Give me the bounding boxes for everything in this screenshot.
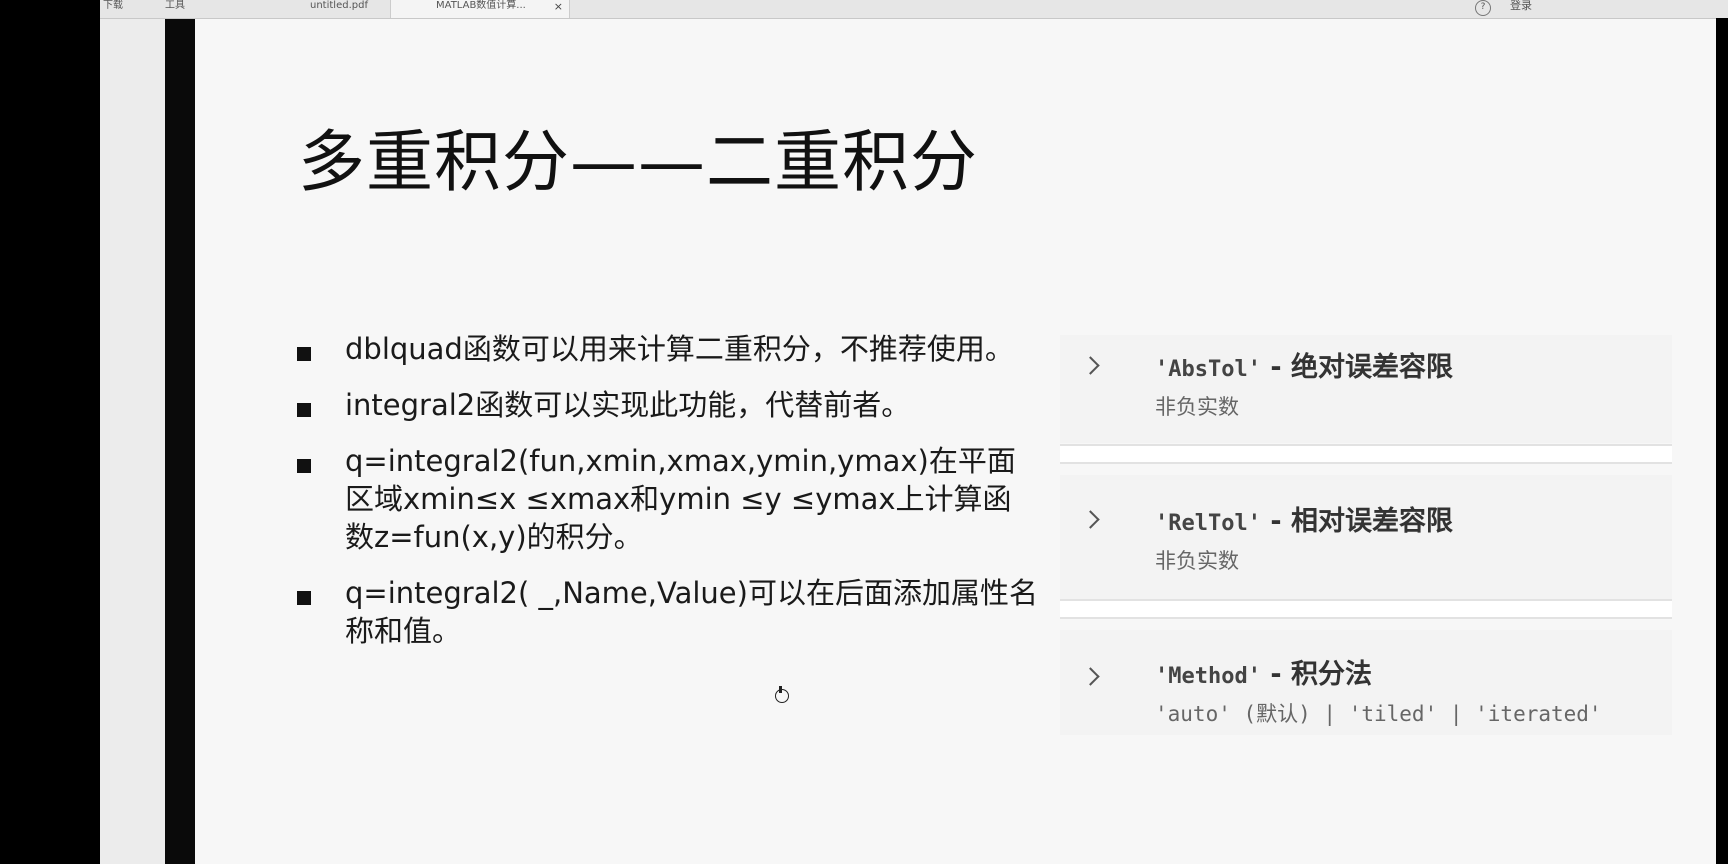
tab-matlab-pdf[interactable]: MATLAB数值计算... × <box>390 0 570 18</box>
chevron-right-icon[interactable] <box>1081 510 1100 529</box>
bullet-square-icon <box>297 347 311 361</box>
param-label: - 绝对误差容限 <box>1260 352 1453 383</box>
list-item: q=integral2( _,Name,Value)可以在后面添加属性名称和值。 <box>295 574 1040 650</box>
tab-label: 下载 <box>103 0 123 11</box>
tab-label: MATLAB数值计算... <box>436 0 526 11</box>
slide-title: 多重积分——二重积分 <box>298 123 978 201</box>
close-icon[interactable]: × <box>554 1 563 13</box>
tab-label: untitled.pdf <box>310 0 368 11</box>
scrollbar[interactable] <box>1716 18 1728 864</box>
page-gutter <box>165 19 195 864</box>
bullet-square-icon <box>297 459 311 473</box>
param-label: - 积分法 <box>1260 659 1372 690</box>
chevron-right-icon[interactable] <box>1081 667 1100 686</box>
param-desc: 非负实数 <box>1155 549 1239 573</box>
param-code: 'AbsTol' <box>1155 357 1261 382</box>
divider <box>1060 599 1672 619</box>
list-item: q=integral2(fun,xmin,xmax,ymin,ymax)在平面区… <box>295 442 1040 556</box>
tab-tools[interactable]: 工具 <box>165 0 205 18</box>
param-desc: 'auto' (默认) | 'tiled' | 'iterated' <box>1155 702 1602 726</box>
param-reltol[interactable]: 'RelTol' - 相对误差容限 非负实数 <box>1060 475 1672 600</box>
list-item: dblquad函数可以用来计算二重积分，不推荐使用。 <box>295 330 1040 368</box>
param-label: - 相对误差容限 <box>1260 506 1453 537</box>
tab-bar: 下载 工具 untitled.pdf MATLAB数值计算... × ? 登录 <box>100 0 1728 19</box>
chevron-right-icon[interactable] <box>1081 356 1100 375</box>
param-code: 'RelTol' <box>1155 511 1261 536</box>
param-desc: 非负实数 <box>1155 395 1239 419</box>
bullet-text: q=integral2(fun,xmin,xmax,ymin,ymax)在平面区… <box>345 444 1016 554</box>
param-abstol[interactable]: 'AbsTol' - 绝对误差容限 非负实数 <box>1060 335 1672 443</box>
tab-untitled-pdf[interactable]: untitled.pdf <box>260 0 400 18</box>
tab-download[interactable]: 下载 <box>103 0 143 18</box>
mouse-cursor-icon <box>775 686 789 703</box>
param-code: 'Method' <box>1155 664 1261 689</box>
login-button[interactable]: 登录 <box>1510 0 1532 12</box>
tab-label: 工具 <box>165 0 185 11</box>
bullet-text: integral2函数可以实现此功能，代替前者。 <box>345 388 911 422</box>
param-name: 'RelTol' - 相对误差容限 <box>1155 499 1453 538</box>
bullet-list: dblquad函数可以用来计算二重积分，不推荐使用。 integral2函数可以… <box>295 330 1040 668</box>
param-name: 'AbsTol' - 绝对误差容限 <box>1155 345 1453 384</box>
bullet-square-icon <box>297 591 311 605</box>
param-method[interactable]: 'Method' - 积分法 'auto' (默认) | 'tiled' | '… <box>1060 630 1672 735</box>
param-name: 'Method' - 积分法 <box>1155 652 1372 691</box>
list-item: integral2函数可以实现此功能，代替前者。 <box>295 386 1040 424</box>
bullet-text: q=integral2( _,Name,Value)可以在后面添加属性名称和值。 <box>345 576 1038 648</box>
help-icon[interactable]: ? <box>1475 0 1491 16</box>
bullet-square-icon <box>297 403 311 417</box>
divider <box>1060 444 1672 464</box>
bullet-text: dblquad函数可以用来计算二重积分，不推荐使用。 <box>345 332 1014 366</box>
